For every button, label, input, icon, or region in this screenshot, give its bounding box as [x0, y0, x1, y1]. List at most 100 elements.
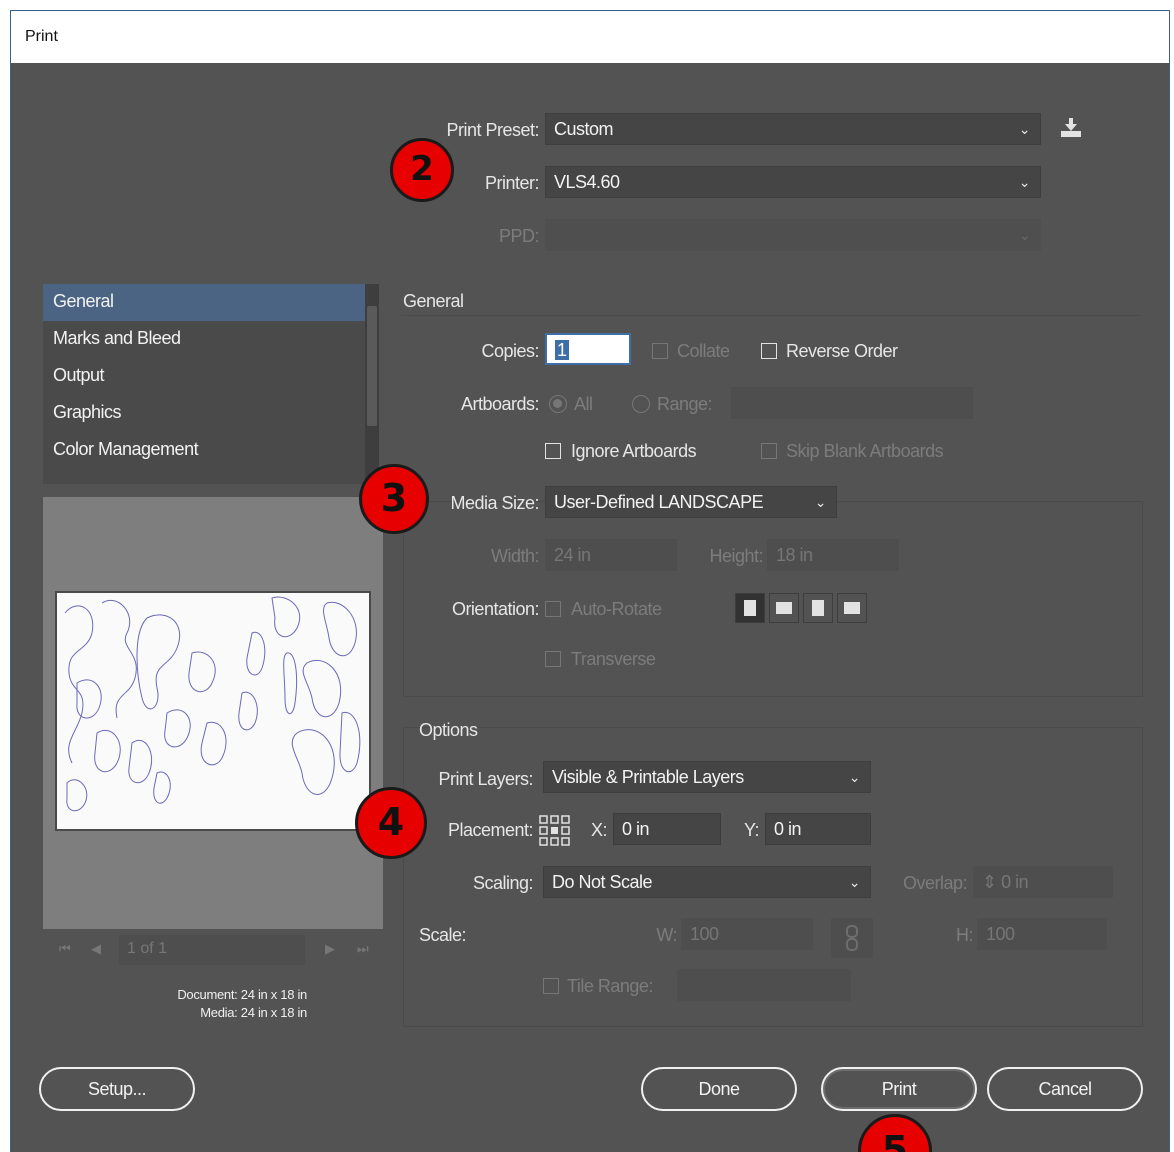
sidebar-item-general[interactable]: General — [43, 284, 379, 321]
scaling-select[interactable]: Do Not Scale ⌄ — [543, 866, 871, 898]
copies-input[interactable]: 1 — [545, 333, 631, 365]
step-marker-5: 5 — [858, 1114, 932, 1152]
printer-select[interactable]: VLS4.60 ⌄ — [545, 166, 1041, 198]
scale-w-input: 100 — [681, 918, 813, 950]
step-marker-4: 4 — [355, 787, 427, 859]
artwork-outlines — [64, 596, 361, 812]
first-page-icon[interactable]: ⏮ — [59, 941, 71, 957]
artboards-all-radio — [549, 395, 567, 413]
preview-pager: ⏮ ◀ 1 of 1 ▶ ⏭ — [43, 933, 383, 969]
x-input[interactable]: 0 in — [613, 813, 721, 845]
next-page-icon[interactable]: ▶ — [325, 941, 335, 957]
x-label: X: — [590, 820, 608, 840]
dialog-title-bar[interactable]: Print — [11, 11, 1169, 63]
artboard-range-input — [731, 387, 973, 419]
placement-label: Placement: — [447, 820, 534, 840]
previous-page-icon[interactable]: ◀ — [91, 941, 101, 957]
media-size-info: Media: 24 in x 18 in — [200, 1005, 307, 1020]
skip-blank-artboards-checkbox — [761, 443, 777, 459]
setup-button[interactable]: Setup... — [39, 1067, 195, 1111]
scale-h-input: 100 — [977, 918, 1107, 950]
portrait-orientation-icon[interactable] — [735, 593, 765, 623]
placement-grid-icon[interactable] — [537, 813, 573, 849]
scale-w-value: 100 — [690, 924, 719, 944]
flipped-portrait-orientation-icon[interactable] — [803, 593, 833, 623]
artboards-range-radio — [632, 395, 650, 413]
width-label: Width: — [490, 546, 540, 566]
print-button[interactable]: Print — [821, 1067, 977, 1111]
page-field[interactable]: 1 of 1 — [119, 935, 305, 965]
skip-blank-artboards-label: Skip Blank Artboards — [786, 441, 944, 461]
tile-range-input — [677, 969, 851, 1001]
settings-category-list: General Marks and Bleed Output Graphics … — [43, 284, 379, 484]
save-preset-icon[interactable] — [1057, 117, 1085, 141]
scaling-value: Do Not Scale — [552, 872, 653, 892]
print-layers-label: Print Layers: — [438, 769, 533, 789]
chevron-down-icon: ⌄ — [1018, 121, 1031, 137]
dialog-title: Print — [25, 28, 58, 45]
done-button[interactable]: Done — [641, 1067, 797, 1111]
collate-label: Collate — [677, 341, 730, 361]
flipped-landscape-orientation-icon[interactable] — [837, 593, 867, 623]
sidebar-item-color-management[interactable]: Color Management — [43, 432, 379, 469]
sidebar-item-graphics[interactable]: Graphics — [43, 395, 379, 432]
scaling-label: Scaling: — [472, 873, 534, 893]
print-preset-select[interactable]: Custom ⌄ — [545, 113, 1041, 145]
stepper-icon: ⇕ — [982, 872, 997, 892]
last-page-icon[interactable]: ⏭ — [357, 941, 369, 957]
scale-label: Scale: — [419, 925, 467, 945]
media-size-value: User-Defined LANDSCAPE — [554, 492, 764, 512]
landscape-orientation-icon[interactable] — [769, 593, 799, 623]
sidebar-item-output[interactable]: Output — [43, 358, 379, 395]
copies-label: Copies: — [481, 341, 539, 361]
ppd-label: PPD: — [498, 226, 540, 246]
tile-range-checkbox — [543, 978, 559, 994]
dialog-body: Print Preset: Custom ⌄ Printer: VLS4.60 … — [11, 63, 1169, 1152]
orientation-label: Orientation: — [451, 599, 540, 619]
auto-rotate-label: Auto-Rotate — [571, 599, 662, 619]
scale-h-value: 100 — [986, 924, 1015, 944]
general-section-title: General — [403, 291, 464, 311]
artboards-label: Artboards: — [460, 394, 540, 414]
scale-h-label: H: — [956, 925, 974, 945]
height-input: 18 in — [767, 539, 899, 571]
collate-checkbox — [652, 343, 668, 359]
artboards-all-label: All — [574, 394, 593, 414]
print-preset-label: Print Preset: — [446, 120, 539, 140]
chevron-down-icon: ⌄ — [848, 769, 861, 785]
step-marker-5-clip: 5 — [858, 1112, 932, 1152]
list-scrollbar[interactable] — [365, 284, 379, 484]
link-proportions-icon — [831, 918, 873, 958]
y-input[interactable]: 0 in — [765, 813, 871, 845]
scale-w-label: W: — [656, 925, 677, 945]
ignore-artboards-label: Ignore Artboards — [571, 441, 697, 461]
artboards-range-label: Range: — [657, 394, 713, 414]
ignore-artboards-checkbox[interactable] — [545, 443, 561, 459]
preview-page — [55, 591, 371, 831]
media-size-select[interactable]: User-Defined LANDSCAPE ⌄ — [545, 486, 837, 518]
copies-value: 1 — [555, 340, 569, 360]
print-preset-value: Custom — [554, 119, 614, 139]
media-size-label: Media Size: — [450, 493, 539, 513]
y-label: Y: — [743, 820, 760, 840]
print-layers-select[interactable]: Visible & Printable Layers ⌄ — [543, 761, 871, 793]
height-label: Height: — [709, 546, 763, 566]
height-value: 18 in — [776, 545, 813, 565]
tile-range-label: Tile Range: — [567, 976, 653, 996]
sidebar-item-marks-and-bleed[interactable]: Marks and Bleed — [43, 321, 379, 358]
reverse-order-checkbox[interactable] — [761, 343, 777, 359]
overlap-value: 0 in — [1001, 872, 1029, 892]
overlap-input: ⇕ 0 in — [973, 866, 1113, 898]
cancel-button[interactable]: Cancel — [987, 1067, 1143, 1111]
transverse-label: Transverse — [571, 649, 656, 669]
width-value: 24 in — [554, 545, 591, 565]
scrollbar-thumb[interactable] — [367, 306, 377, 426]
section-divider — [401, 315, 1141, 316]
auto-rotate-checkbox — [545, 601, 561, 617]
print-layers-value: Visible & Printable Layers — [552, 767, 744, 787]
print-dialog: Print Print Preset: Custom ⌄ Printer: VL… — [10, 10, 1170, 1152]
x-value: 0 in — [622, 819, 650, 839]
chevron-down-icon: ⌄ — [848, 874, 861, 890]
print-preview[interactable] — [43, 497, 383, 929]
printer-value: VLS4.60 — [554, 172, 620, 192]
